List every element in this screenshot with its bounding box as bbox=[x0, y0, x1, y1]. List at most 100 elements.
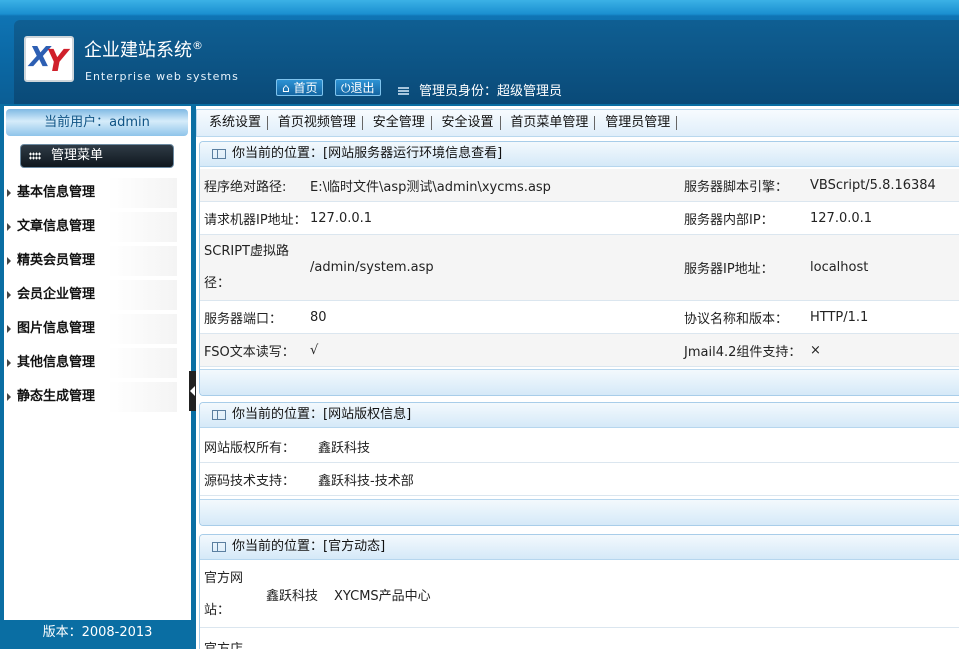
top-nav: 系统设置 首页视频管理 安全管理 安全设置 首页菜单管理 管理员管理 bbox=[196, 109, 959, 137]
tab-homepage-video[interactable]: 首页视频管理 bbox=[272, 110, 362, 136]
row-value: × bbox=[810, 342, 821, 358]
sidebar-item-label: 图片信息管理 bbox=[17, 321, 96, 336]
sidebar-item-images[interactable]: 图片信息管理 bbox=[4, 314, 177, 344]
arrow-right-icon bbox=[7, 359, 11, 367]
arrow-right-icon bbox=[7, 325, 11, 333]
power-icon: ⏻ bbox=[341, 81, 351, 95]
row-label: SCRIPT虚拟路径： bbox=[204, 243, 289, 291]
arrow-right-icon bbox=[7, 257, 11, 265]
panel-header: 你当前的位置：[网站服务器运行环境信息查看] bbox=[200, 142, 959, 167]
row-value: 鑫跃科技-技术部 bbox=[318, 473, 414, 489]
official-site-link[interactable]: 鑫跃科技 bbox=[266, 562, 318, 627]
header-bar: X Y 企业建站系统® Enterprise web systems ⌂ 首页 … bbox=[0, 0, 959, 104]
admin-identity-text: 管理员身份：超级管理员 bbox=[419, 84, 563, 99]
site-title-text: 企业建站系统 bbox=[84, 40, 192, 61]
site-title: 企业建站系统® bbox=[84, 36, 203, 62]
row-value: HTTP/1.1 bbox=[810, 309, 869, 325]
table-row: FSO文本读写： √ Jmail4.2组件支持： × bbox=[200, 334, 959, 367]
home-icon: ⌂ bbox=[282, 81, 290, 95]
logout-button-label: 退出 bbox=[350, 81, 375, 95]
document-icon bbox=[212, 149, 226, 159]
sidebar-item-basic-info[interactable]: 基本信息管理 bbox=[4, 178, 177, 208]
document-icon bbox=[212, 542, 226, 552]
logo-letter-y: Y bbox=[46, 44, 68, 79]
row-value: localhost bbox=[810, 260, 869, 275]
arrow-right-icon bbox=[7, 189, 11, 197]
row-label: 请求机器IP地址： bbox=[204, 212, 307, 228]
tab-security-management[interactable]: 安全管理 bbox=[367, 110, 431, 136]
sidebar-item-label: 基本信息管理 bbox=[17, 185, 96, 200]
sidebar-item-static-generation[interactable]: 静态生成管理 bbox=[4, 382, 177, 412]
home-button[interactable]: ⌂ 首页 bbox=[276, 79, 324, 96]
product-center-link[interactable]: XYCMS产品中心 bbox=[334, 562, 431, 627]
current-user: 当前用户：admin bbox=[6, 109, 188, 136]
grid-icon bbox=[29, 152, 41, 160]
arrow-right-icon bbox=[7, 223, 11, 231]
row-value: 80 bbox=[310, 309, 327, 325]
menu-title[interactable]: 管理菜单 bbox=[20, 144, 174, 168]
list-icon bbox=[398, 87, 409, 96]
registered-mark: ® bbox=[192, 39, 203, 52]
sidebar-item-label: 其他信息管理 bbox=[17, 355, 96, 370]
row-label: 协议名称和版本： bbox=[684, 311, 789, 327]
panel-title: 你当前的位置：[网站版权信息] bbox=[232, 407, 412, 422]
logo: X Y bbox=[24, 36, 74, 82]
server-info-panel: 你当前的位置：[网站服务器运行环境信息查看] 程序绝对路径: E:\临时文件\a… bbox=[199, 141, 959, 396]
table-row: 源码技术支持： 鑫跃科技-技术部 bbox=[200, 463, 959, 496]
table-row: 网站版权所有： 鑫跃科技 bbox=[200, 430, 959, 463]
tab-homepage-menu[interactable]: 首页菜单管理 bbox=[504, 110, 594, 136]
menu-title-label: 管理菜单 bbox=[51, 148, 104, 163]
tab-separator bbox=[499, 115, 501, 130]
table-row: 请求机器IP地址： 127.0.0.1 服务器内部IP： 127.0.0.1 bbox=[200, 202, 959, 235]
logout-button[interactable]: ⏻退出 bbox=[335, 79, 381, 96]
site-subtitle: Enterprise web systems bbox=[85, 70, 239, 83]
tab-separator bbox=[430, 115, 432, 130]
version-label: 版本：2008-2013 bbox=[4, 620, 191, 649]
row-label: 程序绝对路径: bbox=[204, 179, 287, 195]
row-label: FSO文本读写： bbox=[204, 344, 295, 360]
tab-separator bbox=[676, 115, 678, 130]
row-value: 127.0.0.1 bbox=[810, 210, 873, 226]
header-inner: X Y 企业建站系统® Enterprise web systems ⌂ 首页 … bbox=[14, 20, 959, 104]
row-value: /admin/system.asp bbox=[310, 260, 434, 275]
panel-title: 你当前的位置：[网站服务器运行环境信息查看] bbox=[232, 146, 503, 161]
sidebar: 当前用户：admin 管理菜单 基本信息管理 文章信息管理 精英会员管理 会员企… bbox=[4, 106, 191, 649]
panel-header: 你当前的位置：[网站版权信息] bbox=[200, 403, 959, 428]
arrow-right-icon bbox=[7, 291, 11, 299]
sidebar-item-label: 精英会员管理 bbox=[17, 253, 96, 268]
row-label: 源码技术支持： bbox=[204, 473, 296, 489]
copyright-panel: 你当前的位置：[网站版权信息] 网站版权所有： 鑫跃科技 源码技术支持： 鑫跃科… bbox=[199, 402, 959, 526]
table-row: SCRIPT虚拟路径： /admin/system.asp 服务器IP地址： l… bbox=[200, 235, 959, 301]
sidebar-item-other-info[interactable]: 其他信息管理 bbox=[4, 348, 177, 378]
sidebar-item-articles[interactable]: 文章信息管理 bbox=[4, 212, 177, 242]
row-value: VBScript/5.8.16384 bbox=[810, 177, 936, 193]
tab-admin-management[interactable]: 管理员管理 bbox=[599, 110, 676, 136]
main-content: 系统设置 首页视频管理 安全管理 安全设置 首页菜单管理 管理员管理 你当前的位… bbox=[196, 106, 959, 649]
panel-footer bbox=[200, 499, 959, 525]
row-label: 服务器脚本引擎： bbox=[684, 179, 789, 195]
sidebar-item-member-companies[interactable]: 会员企业管理 bbox=[4, 280, 177, 310]
row-label: Jmail4.2组件支持： bbox=[684, 344, 802, 360]
row-label: 网站版权所有： bbox=[204, 440, 296, 456]
logo-letter-x: X bbox=[29, 40, 51, 73]
sidebar-item-label: 文章信息管理 bbox=[17, 219, 96, 234]
row-label: 官方店 bbox=[204, 628, 308, 649]
panel-title: 你当前的位置：[官方动态] bbox=[232, 539, 386, 554]
row-label: 服务器端口： bbox=[204, 311, 283, 327]
table-row: 程序绝对路径: E:\临时文件\asp测试\admin\xycms.asp 服务… bbox=[200, 169, 959, 202]
admin-identity: 管理员身份：超级管理员 bbox=[398, 80, 562, 99]
home-button-label: 首页 bbox=[293, 81, 318, 95]
row-label: 官方网站： bbox=[204, 570, 244, 618]
tab-system-settings[interactable]: 系统设置 bbox=[203, 110, 267, 136]
tab-separator bbox=[267, 115, 269, 130]
tab-security-settings[interactable]: 安全设置 bbox=[436, 110, 500, 136]
official-news-panel: 你当前的位置：[官方动态] 官方网站： 鑫跃科技 XYCMS产品中心 官方店 bbox=[199, 534, 959, 649]
sidebar-item-elite-members[interactable]: 精英会员管理 bbox=[4, 246, 177, 276]
table-row: 官方网站： 鑫跃科技 XYCMS产品中心 bbox=[200, 562, 959, 628]
tab-separator bbox=[594, 115, 596, 130]
sidebar-item-label: 会员企业管理 bbox=[17, 287, 96, 302]
panel-footer bbox=[200, 369, 959, 395]
row-label: 服务器内部IP： bbox=[684, 212, 774, 228]
row-value: √ bbox=[310, 342, 319, 358]
row-value: 127.0.0.1 bbox=[310, 210, 373, 226]
